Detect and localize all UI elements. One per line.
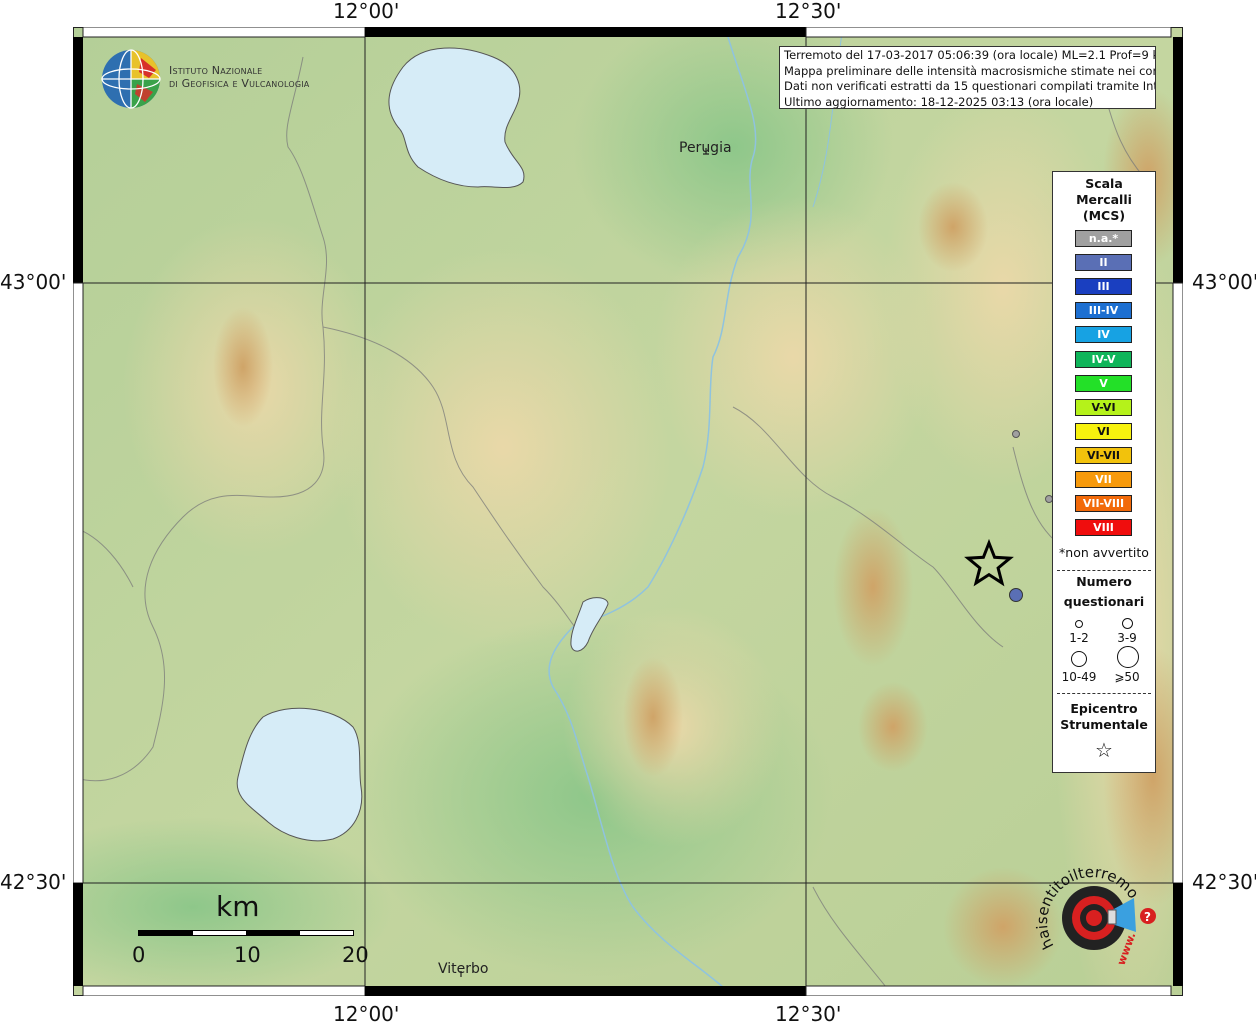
legend-title-line2: Mercalli: [1076, 192, 1132, 207]
legend-not-felt-note: *non avvertito: [1059, 545, 1149, 560]
legend-swatch-n-a: n.a.*: [1075, 230, 1132, 247]
svg-text:?: ?: [1144, 910, 1151, 924]
lat-label-left-lower: 42°30': [0, 870, 67, 894]
observation-point-intensity-ii[interactable]: [1009, 588, 1023, 602]
legend-swatch-viii: VIII: [1075, 519, 1132, 537]
legend-swatch-vii: VII: [1075, 471, 1132, 488]
size-class-1-2-label: 1-2: [1069, 631, 1089, 645]
legend-swatch-vi: VI: [1075, 422, 1132, 440]
haisentito-logo-icon: ? haisentitoilterremoto.it www.: [1028, 844, 1156, 967]
mountain-area: [623, 657, 683, 777]
scale-bar-label-0: 0: [132, 943, 146, 967]
legend-swatch-ii: II: [1075, 254, 1132, 272]
lon-label-bottom-left: 12°00': [333, 1002, 400, 1026]
legend-swatch-iii: III: [1075, 278, 1132, 296]
size-class-3-9-label: 3-9: [1117, 631, 1137, 645]
legend-title-line1: Scala: [1085, 176, 1123, 191]
legend-swatch-v-vi: V-VI: [1075, 398, 1132, 416]
legend-divider: [1057, 693, 1151, 694]
legend-questionnaires-title-line2: questionari: [1063, 594, 1145, 609]
city-label-viterbo: Viterbo: [438, 961, 489, 977]
lon-label-bottom-right: 12°30': [775, 1002, 842, 1026]
mountain-area: [213, 307, 273, 427]
legend-swatch-iv: IV: [1075, 326, 1132, 344]
observation-point-small[interactable]: [1012, 430, 1020, 438]
size-class-1-2-icon: [1075, 620, 1083, 628]
legend-divider: [1057, 570, 1151, 571]
map-canvas[interactable]: [73, 27, 1183, 996]
ingv-logo: Istituto Nazionale di Geofisica e Vulcan…: [101, 48, 341, 110]
lon-label-top-right: 12°30': [775, 0, 842, 23]
ingv-name-line1: Istituto Nazionale: [169, 64, 263, 77]
ingv-name: Istituto Nazionale di Geofisica e Vulcan…: [169, 64, 309, 90]
event-info-line4: Ultimo aggiornamento: 18-12-2025 03:13 (…: [784, 94, 1094, 109]
size-class-50-label: ⩾50: [1114, 670, 1140, 684]
ingv-globe-icon: [101, 49, 161, 109]
map-frame[interactable]: [73, 27, 1183, 996]
mcs-legend: Scala Mercalli (MCS) n.a.* II III III-IV IV I…: [1052, 171, 1156, 773]
mountain-area: [833, 507, 913, 667]
event-info-line1: Terremoto del 17-03-2017 05:06:39 (ora l…: [784, 48, 1156, 62]
haisentito-logo: ? haisentitoilterremoto.it www.: [1028, 844, 1172, 978]
scale-bar: km 0 10 20: [128, 890, 369, 980]
legend-swatch-iii-iv: III-IV: [1075, 302, 1132, 320]
hill-area: [333, 247, 673, 647]
legend-epicenter-title-line2: Strumentale: [1060, 717, 1148, 732]
size-class-50-icon: [1117, 646, 1139, 668]
ingv-name-line2: di Geofisica e Vulcanologia: [169, 77, 310, 90]
lat-label-right-upper: 43°00': [1192, 270, 1256, 294]
scale-bar-label-10: 10: [234, 943, 261, 967]
legend-questionnaires-title-line1: Numero: [1076, 574, 1132, 589]
legend-swatch-vii-viii: VII-VIII: [1075, 495, 1132, 513]
mountain-area: [858, 682, 928, 772]
mountain-area: [918, 182, 988, 272]
event-info-box: Terremoto del 17-03-2017 05:06:39 (ora l…: [779, 46, 1156, 109]
city-label-perugia: Perugia: [679, 140, 732, 156]
lat-label-left-upper: 43°00': [0, 270, 67, 294]
lon-label-top-left: 12°00': [333, 0, 400, 23]
size-class-3-9-icon: [1122, 618, 1133, 629]
event-info-line2: Mappa preliminare delle intensità macros…: [784, 63, 1156, 78]
lat-label-right-lower: 42°30': [1192, 870, 1256, 894]
legend-star-icon: ☆: [1095, 738, 1113, 762]
legend-swatch-v: V: [1075, 374, 1132, 392]
scale-bar-unit: km: [216, 890, 260, 923]
legend-epicenter-title-line1: Epicentro: [1070, 701, 1138, 716]
legend-swatch-vi-vii: VI-VII: [1075, 446, 1132, 464]
legend-title-line3: (MCS): [1082, 208, 1126, 223]
scale-bar-ruler: [138, 930, 354, 936]
size-class-10-49-icon: [1071, 651, 1087, 667]
event-info-line3: Dati non verificati estratti da 15 quest…: [784, 79, 1156, 93]
size-class-10-49-label: 10-49: [1061, 670, 1097, 684]
scale-bar-label-20: 20: [342, 943, 369, 967]
legend-swatch-iv-v: IV-V: [1075, 350, 1132, 368]
